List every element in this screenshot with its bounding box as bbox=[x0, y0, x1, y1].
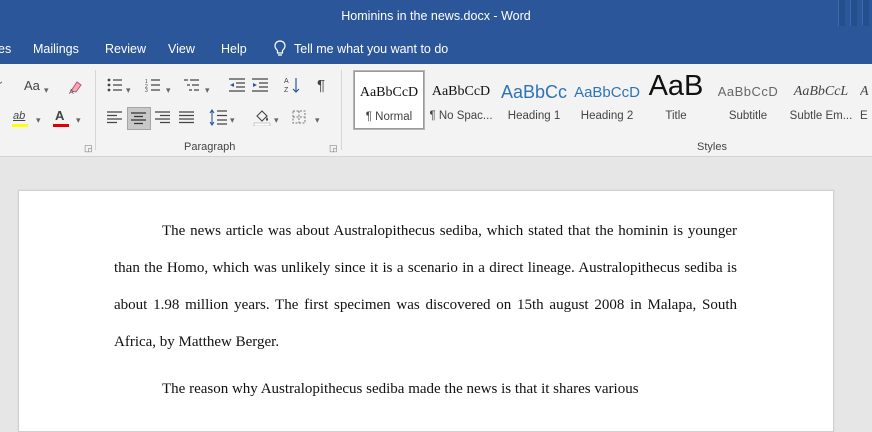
style-preview: AaBbCcL bbox=[793, 84, 849, 99]
align-left-icon[interactable] bbox=[107, 111, 122, 124]
bullets-icon[interactable] bbox=[107, 78, 123, 92]
decrease-indent-icon[interactable] bbox=[229, 78, 245, 92]
svg-text:A: A bbox=[69, 89, 74, 95]
style-name: Heading 2 bbox=[580, 110, 634, 122]
svg-text:A: A bbox=[284, 78, 289, 85]
tab-view[interactable]: View bbox=[168, 42, 195, 56]
style-emphasis[interactable]: A E bbox=[860, 70, 872, 128]
document-paragraph[interactable]: The news article was about Australopithe… bbox=[114, 213, 737, 361]
lightbulb-icon bbox=[274, 40, 286, 56]
text-highlight-button[interactable]: ab bbox=[13, 108, 25, 124]
chevron-down-icon[interactable]: ▾ bbox=[274, 112, 279, 128]
title-bar: Hominins in the news.docx - Word bbox=[0, 0, 872, 34]
increase-indent-icon[interactable] bbox=[252, 78, 268, 92]
style-preview: AaBbCcD bbox=[717, 84, 779, 99]
style-preview: AaB bbox=[648, 70, 704, 102]
style-preview: AaBbCcD bbox=[431, 84, 491, 99]
tab-mailings[interactable]: Mailings bbox=[33, 42, 79, 56]
sort-icon[interactable]: AZ bbox=[284, 76, 300, 94]
chevron-down-icon[interactable]: ▾ bbox=[76, 112, 81, 128]
ribbon-tabs: es Mailings Review View Help Tell me wha… bbox=[0, 34, 872, 64]
shading-icon[interactable] bbox=[253, 109, 271, 126]
style-preview: AaBbCcD bbox=[574, 84, 640, 101]
tell-me-text: Tell me what you want to do bbox=[294, 41, 449, 56]
align-center-icon bbox=[131, 112, 146, 125]
chevron-down-icon[interactable]: ▾ bbox=[44, 82, 49, 98]
tab-review[interactable]: Review bbox=[105, 42, 146, 56]
clear-formatting-icon[interactable]: A bbox=[68, 79, 84, 95]
style-name: Title bbox=[665, 110, 687, 122]
justify-icon[interactable] bbox=[179, 111, 194, 124]
font-size-dropdown-icon[interactable]: ˇ bbox=[0, 79, 2, 95]
style-name: ¶ Normal bbox=[365, 111, 413, 123]
style-name: Subtitle bbox=[728, 110, 768, 122]
font-dialog-launcher-icon[interactable]: ◲ bbox=[84, 143, 93, 154]
show-formatting-marks-icon[interactable]: ¶ bbox=[317, 78, 325, 94]
document-page[interactable]: The news article was about Australopithe… bbox=[18, 190, 834, 432]
document-area: The news article was about Australopithe… bbox=[0, 157, 872, 432]
style-preview: AaBbCc bbox=[500, 82, 568, 102]
document-paragraph[interactable]: The reason why Australopithecus sediba m… bbox=[114, 371, 737, 408]
style-subtitle[interactable]: AaBbCcD Subtitle bbox=[713, 70, 783, 128]
chevron-down-icon[interactable]: ▾ bbox=[205, 82, 210, 98]
window-decoration bbox=[838, 0, 845, 26]
style-name: Heading 1 bbox=[507, 110, 561, 122]
svg-text:3: 3 bbox=[145, 88, 148, 92]
borders-icon[interactable] bbox=[292, 110, 306, 124]
style-subtle-emphasis[interactable]: AaBbCcL Subtle Em... bbox=[786, 70, 856, 128]
style-normal[interactable]: AaBbCcD ¶ Normal bbox=[353, 70, 425, 130]
align-center-button[interactable] bbox=[127, 107, 151, 130]
group-divider bbox=[341, 70, 342, 150]
style-title[interactable]: AaB Title bbox=[641, 70, 711, 128]
svg-text:Z: Z bbox=[284, 87, 289, 94]
style-no-spacing[interactable]: AaBbCcD ¶ No Spac... bbox=[426, 70, 496, 128]
style-heading-1[interactable]: AaBbCc Heading 1 bbox=[499, 70, 569, 128]
paragraph-dialog-launcher-icon[interactable]: ◲ bbox=[329, 143, 338, 154]
style-name: Subtle Em... bbox=[789, 110, 853, 122]
font-color-swatch bbox=[53, 124, 69, 127]
group-divider bbox=[95, 70, 96, 150]
chevron-down-icon[interactable]: ▾ bbox=[126, 82, 131, 98]
paragraph-group-label: Paragraph bbox=[184, 141, 236, 153]
window-title: Hominins in the news.docx - Word bbox=[341, 9, 531, 23]
tell-me-box[interactable]: Tell me what you want to do bbox=[274, 40, 448, 57]
styles-group-label: Styles bbox=[697, 141, 727, 153]
numbering-icon[interactable]: 123 bbox=[145, 78, 161, 92]
chevron-down-icon[interactable]: ▾ bbox=[230, 112, 235, 128]
window-decoration bbox=[862, 0, 869, 26]
chevron-down-icon[interactable]: ▾ bbox=[166, 82, 171, 98]
multilevel-list-icon[interactable] bbox=[184, 78, 200, 92]
style-preview: A bbox=[860, 84, 869, 99]
chevron-down-icon[interactable]: ▾ bbox=[36, 112, 41, 128]
font-color-button[interactable]: A bbox=[55, 108, 64, 124]
tab-help[interactable]: Help bbox=[221, 42, 247, 56]
align-right-icon[interactable] bbox=[155, 111, 170, 124]
highlight-color-swatch bbox=[12, 124, 28, 127]
ribbon: ˇ Aa ▾ A ab ▾ A ▾ ◲ ▾ 123 ▾ ▾ AZ ¶ ▾ ▾ ▾… bbox=[0, 64, 872, 157]
style-name: ¶ No Spac... bbox=[429, 110, 493, 122]
chevron-down-icon[interactable]: ▾ bbox=[315, 112, 320, 128]
change-case-button[interactable]: Aa bbox=[24, 78, 40, 94]
tab-references[interactable]: es bbox=[0, 42, 11, 56]
line-spacing-icon[interactable] bbox=[209, 109, 227, 126]
style-name: E bbox=[860, 110, 868, 122]
window-decoration bbox=[850, 0, 857, 26]
style-preview: AaBbCcD bbox=[359, 85, 419, 100]
style-heading-2[interactable]: AaBbCcD Heading 2 bbox=[572, 70, 642, 128]
